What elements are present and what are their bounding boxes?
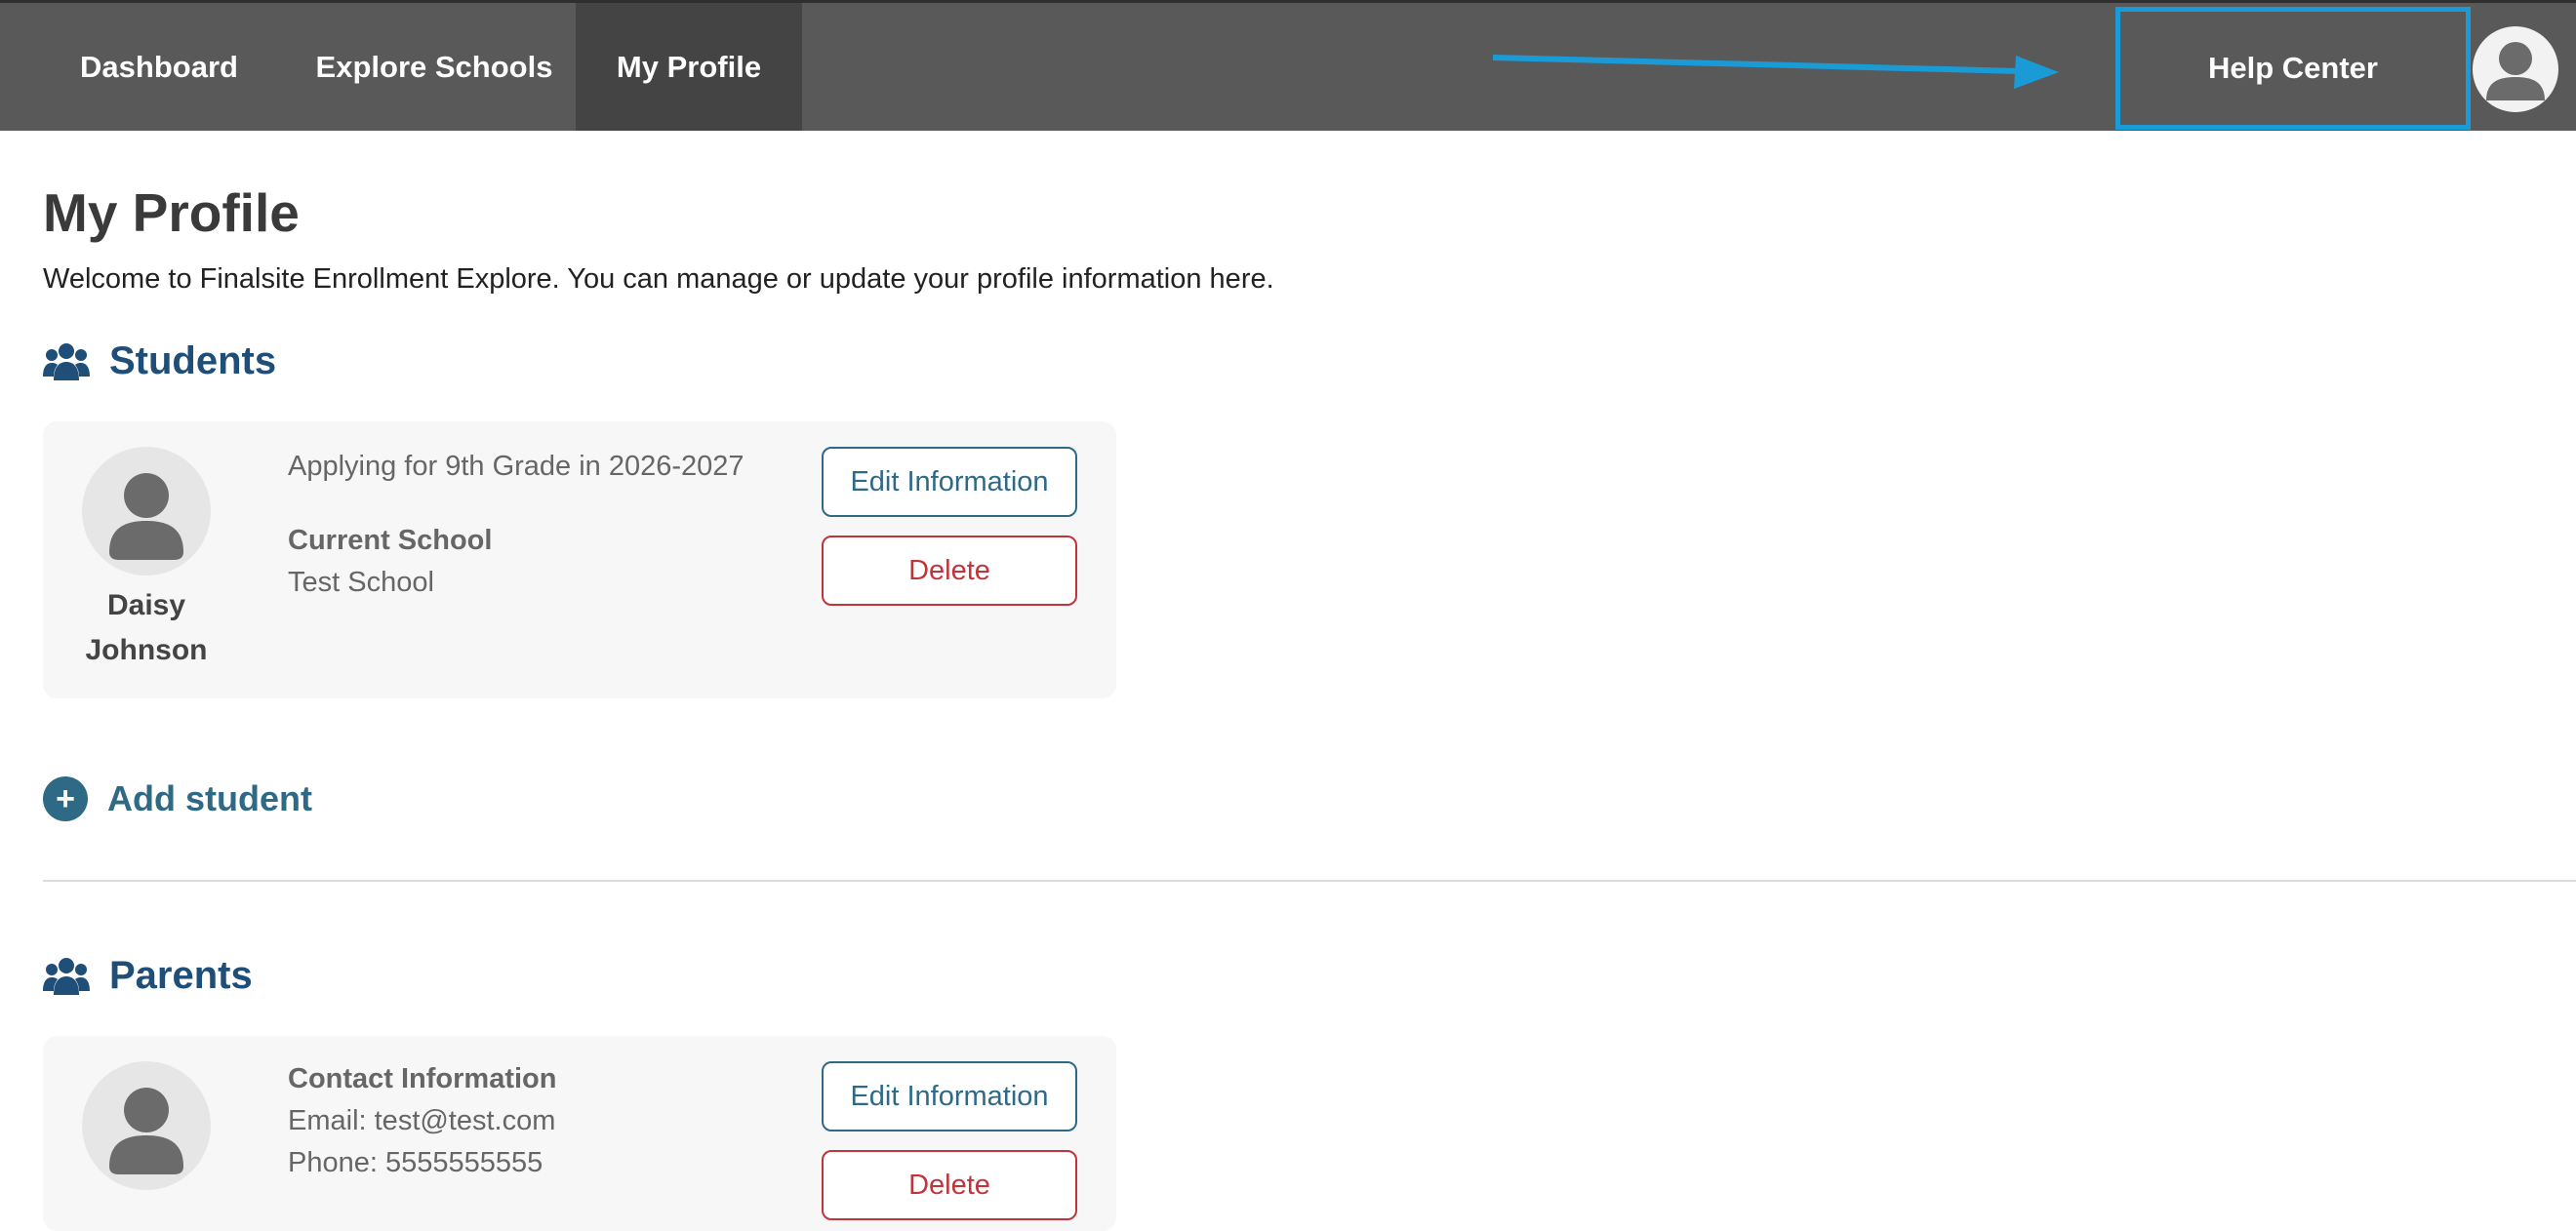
current-school-label: Current School [288,525,493,556]
add-student-label: Add student [107,778,312,818]
nav-item-my-profile[interactable]: My Profile [576,3,802,131]
edit-student-button[interactable]: Edit Information [822,447,1077,517]
student-avatar-icon [82,447,211,576]
delete-student-button[interactable]: Delete [822,536,1077,606]
people-group-icon [43,342,90,380]
annotation-arrow-icon [1493,55,2059,89]
page-title: My Profile [43,182,300,243]
students-section-heading: Students [43,339,276,383]
contact-information-label: Contact Information [288,1063,557,1094]
current-school-value: Test School [288,567,434,598]
edit-parent-button[interactable]: Edit Information [822,1061,1077,1132]
parent-avatar-icon [82,1061,211,1190]
parents-section-heading: Parents [43,954,253,998]
help-center-link[interactable]: Help Center [2115,7,2471,130]
parent-phone: Phone: 5555555555 [288,1147,543,1178]
student-card: Daisy Johnson Applying for 9th Grade in … [43,421,1116,698]
people-group-icon [43,957,90,995]
delete-parent-button[interactable]: Delete [822,1150,1077,1220]
student-applying-text: Applying for 9th Grade in 2026-2027 [288,451,745,482]
student-name: Daisy Johnson [72,583,221,673]
student-first-name: Daisy [106,589,186,621]
students-heading-label: Students [109,339,277,382]
top-navigation-bar: Dashboard Explore Schools My Profile Hel… [0,0,2576,131]
parent-email: Email: test@test.com [288,1105,556,1136]
nav-item-dashboard[interactable]: Dashboard [55,3,263,131]
user-avatar-icon[interactable] [2473,26,2558,112]
section-divider [43,880,2576,882]
parents-heading-label: Parents [109,954,253,997]
parent-card: Contact Information Email: test@test.com… [43,1036,1116,1231]
page-intro-text: Welcome to Finalsite Enrollment Explore.… [43,263,1274,295]
student-last-name: Johnson [85,634,208,666]
nav-item-explore-schools[interactable]: Explore Schools [293,3,576,131]
plus-circle-icon: + [43,776,88,821]
add-student-button[interactable]: + Add student [43,776,312,821]
